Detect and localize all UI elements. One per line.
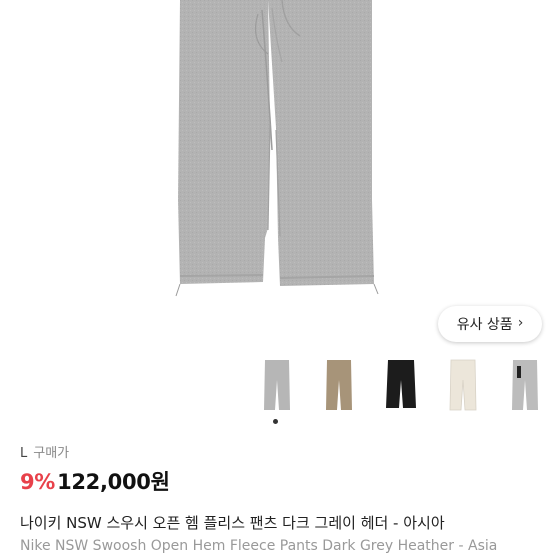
carousel-indicator-dot bbox=[273, 419, 278, 424]
price-amount: 122,000원 bbox=[57, 470, 170, 494]
purchase-price-label: 구매가 bbox=[33, 446, 70, 461]
product-title-korean: 나이키 NSW 스우시 오픈 헴 플리스 팬츠 다크 그레이 헤더 - 아시아 bbox=[20, 514, 445, 532]
thumbnail-grey-heather[interactable] bbox=[504, 358, 546, 414]
thumbnail-cream[interactable] bbox=[442, 358, 484, 414]
discount-rate: 9% bbox=[20, 470, 56, 494]
grey-pants-image bbox=[175, 0, 379, 297]
thumbnail-black[interactable] bbox=[380, 358, 422, 414]
size-label: L bbox=[20, 446, 28, 461]
product-image[interactable] bbox=[0, 0, 552, 352]
purchase-info: L 구매가 bbox=[20, 442, 69, 461]
similar-products-label: 유사 상품 bbox=[456, 317, 513, 333]
color-thumbnails bbox=[246, 358, 552, 418]
thumbnail-khaki[interactable] bbox=[318, 358, 360, 414]
chevron-right-icon: › bbox=[517, 315, 524, 331]
similar-products-button[interactable]: 유사 상품 › bbox=[438, 306, 542, 342]
price: 9%122,000원 bbox=[20, 466, 170, 496]
thumbnail-grey[interactable] bbox=[256, 358, 298, 414]
